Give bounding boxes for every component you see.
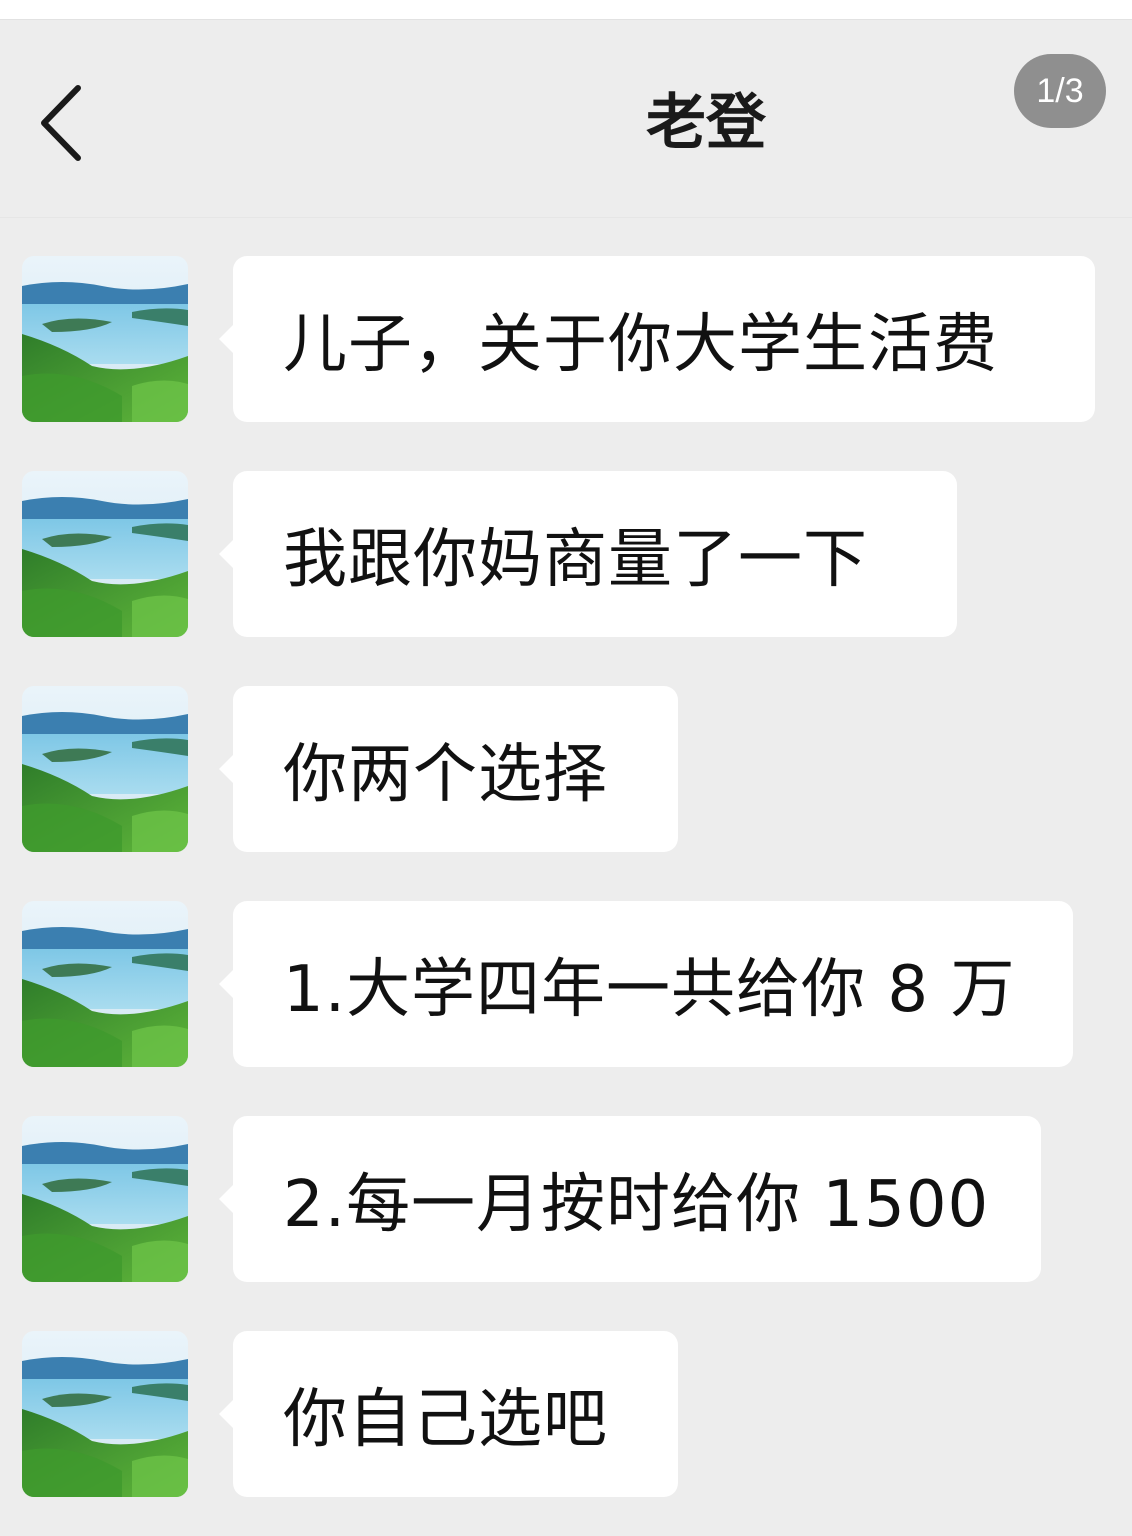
landscape-avatar-icon [22,1116,188,1282]
message-bubble[interactable]: 1.大学四年一共给你 8 万 [219,901,1073,1067]
message-list: 儿子，关于你大学生活费 我跟你妈商量了一下 你两个选择 1.大学四年一共给你 8… [0,0,1132,1536]
message-row: 我跟你妈商量了一下 [0,471,1132,637]
avatar[interactable] [22,471,188,637]
message-bubble[interactable]: 2.每一月按时给你 1500 [219,1116,1041,1282]
message-row: 1.大学四年一共给你 8 万 [0,901,1132,1067]
avatar[interactable] [22,686,188,852]
message-row: 2.每一月按时给你 1500 [0,1116,1132,1282]
message-bubble[interactable]: 我跟你妈商量了一下 [219,471,957,637]
chat-screen: 老登 1/3 儿子，关于你大学生活费 我跟你妈商量了一下 你两个选择 1.大学四… [0,0,1132,1536]
message-bubble[interactable]: 你自己选吧 [219,1331,678,1497]
avatar[interactable] [22,901,188,1067]
message-row: 你两个选择 [0,686,1132,852]
avatar[interactable] [22,256,188,422]
avatar[interactable] [22,1331,188,1497]
landscape-avatar-icon [22,256,188,422]
message-bubble[interactable]: 儿子，关于你大学生活费 [219,256,1095,422]
message-row: 你自己选吧 [0,1331,1132,1497]
landscape-avatar-icon [22,901,188,1067]
avatar[interactable] [22,1116,188,1282]
landscape-avatar-icon [22,1331,188,1497]
message-bubble[interactable]: 你两个选择 [219,686,678,852]
message-row: 儿子，关于你大学生活费 [0,256,1132,422]
landscape-avatar-icon [22,471,188,637]
landscape-avatar-icon [22,686,188,852]
